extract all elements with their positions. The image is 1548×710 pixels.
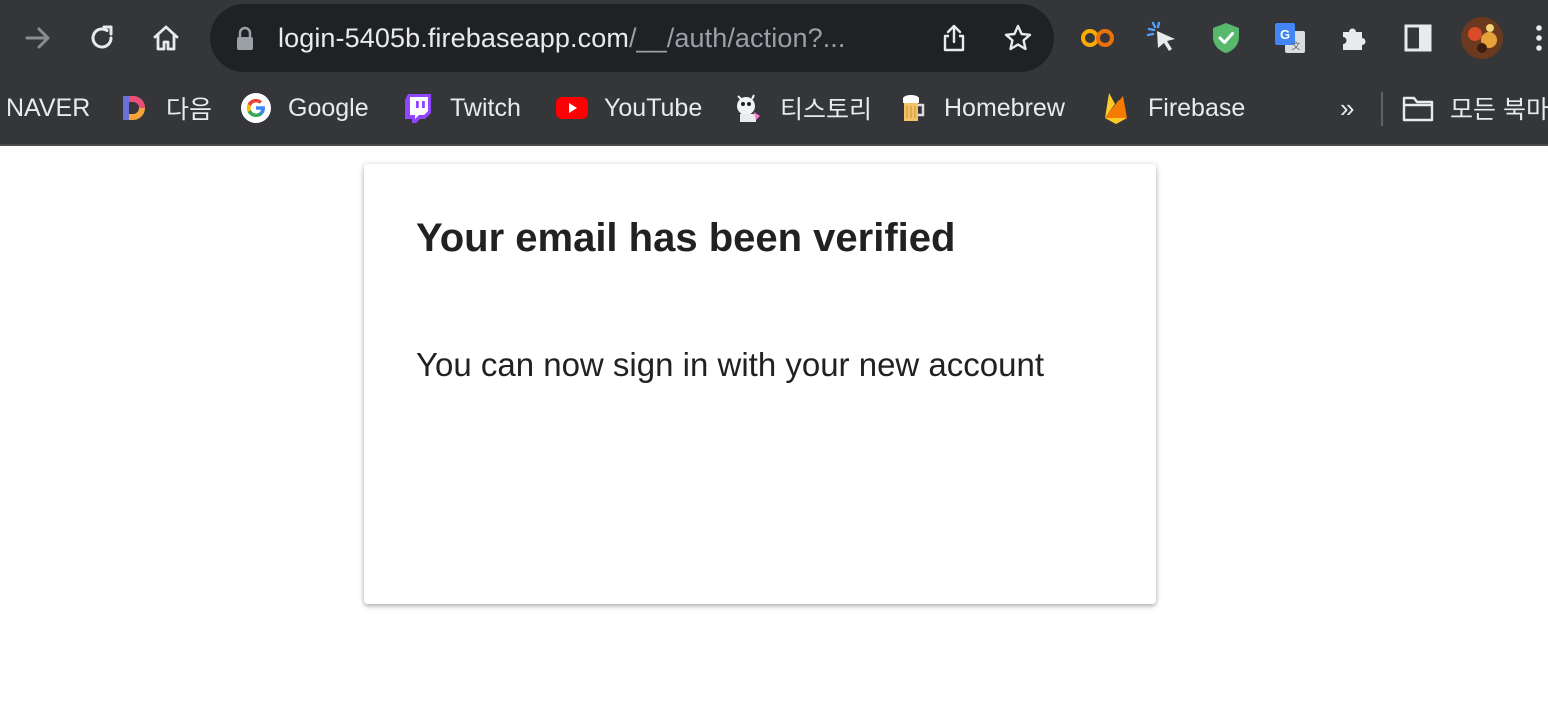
- tistory-icon: [732, 92, 764, 124]
- bookmark-label: Google: [288, 93, 369, 122]
- home-button[interactable]: [142, 14, 190, 62]
- forward-icon: [25, 27, 50, 49]
- verification-card: Your email has been verified You can now…: [364, 164, 1156, 604]
- colab-extension[interactable]: [1078, 18, 1118, 58]
- bookmarks-bar: NAVER 다음 Google Twitch YouTube 티스토리 Home…: [0, 76, 1548, 146]
- reload-icon: [91, 25, 113, 49]
- google-translate-icon: G文: [1275, 23, 1305, 53]
- cursor-extension-icon: [1146, 21, 1175, 51]
- bookmark-star-button[interactable]: [1000, 20, 1036, 56]
- share-button[interactable]: [936, 20, 972, 56]
- bookmark-tistory[interactable]: 티스토리: [732, 76, 872, 140]
- url-text[interactable]: login-5405b.firebaseapp.com/__/auth/acti…: [278, 4, 846, 72]
- url-path: /__/auth/action?...: [628, 23, 846, 53]
- colab-icon: [1081, 29, 1114, 47]
- all-bookmarks-folder[interactable]: 모든 북마크: [1402, 76, 1548, 140]
- extensions-puzzle-icon: [1343, 28, 1366, 50]
- bookmark-daum[interactable]: 다음: [118, 76, 212, 140]
- daum-icon: [118, 92, 150, 124]
- bookmark-homebrew[interactable]: Homebrew: [896, 76, 1065, 140]
- browser-menu-button[interactable]: [1530, 18, 1548, 58]
- bookmark-label: Homebrew: [944, 93, 1065, 122]
- shield-extension[interactable]: [1206, 18, 1246, 58]
- url-host: login-5405b.firebaseapp.com: [278, 23, 629, 53]
- side-panel-button[interactable]: [1398, 18, 1438, 58]
- translate-extension[interactable]: G文: [1270, 18, 1310, 58]
- share-icon: [943, 24, 965, 52]
- bookmark-google[interactable]: Google: [240, 76, 369, 140]
- reload-button[interactable]: [78, 14, 126, 62]
- cursor-extension[interactable]: [1142, 18, 1182, 58]
- menu-icon: [1536, 25, 1542, 51]
- extensions-button[interactable]: [1334, 18, 1374, 58]
- verification-message: You can now sign in with your new accoun…: [416, 346, 1044, 383]
- lock-icon[interactable]: [234, 26, 256, 52]
- profile-avatar: [1461, 17, 1503, 59]
- shield-extension-icon: [1213, 23, 1239, 53]
- homebrew-icon: [896, 92, 928, 124]
- folder-icon: [1402, 92, 1434, 124]
- bookmark-naver[interactable]: NAVER: [6, 76, 90, 140]
- bookmark-label: Firebase: [1148, 93, 1246, 122]
- star-icon: [1004, 24, 1032, 51]
- side-panel-icon: [1404, 24, 1432, 52]
- home-icon: [153, 25, 179, 51]
- page-title: Your email has been verified: [416, 216, 956, 260]
- bookmark-firebase[interactable]: Firebase: [1100, 76, 1245, 140]
- bookmark-label: 다음: [166, 96, 213, 124]
- browser-toolbar: login-5405b.firebaseapp.com/__/auth/acti…: [0, 0, 1548, 76]
- bookmarks-divider: [1381, 92, 1383, 126]
- svg-text:文: 文: [1291, 40, 1300, 52]
- bookmark-twitch[interactable]: Twitch: [402, 76, 521, 140]
- youtube-icon: [556, 92, 588, 124]
- profile-button[interactable]: [1460, 16, 1504, 60]
- bookmark-label: YouTube: [604, 93, 703, 122]
- bookmark-label: 티스토리: [780, 96, 873, 124]
- address-bar[interactable]: login-5405b.firebaseapp.com/__/auth/acti…: [210, 4, 1054, 72]
- firebase-icon: [1100, 92, 1132, 124]
- bookmarks-overflow-button[interactable]: »: [1340, 76, 1354, 140]
- bookmark-youtube[interactable]: YouTube: [556, 76, 702, 140]
- bookmark-label: NAVER: [6, 93, 91, 122]
- google-icon: [240, 92, 272, 124]
- svg-text:G: G: [1280, 27, 1290, 42]
- bookmark-label: Twitch: [450, 93, 521, 122]
- twitch-icon: [402, 92, 434, 124]
- bookmark-label: 모든 북마크: [1450, 96, 1548, 124]
- forward-button[interactable]: [14, 14, 62, 62]
